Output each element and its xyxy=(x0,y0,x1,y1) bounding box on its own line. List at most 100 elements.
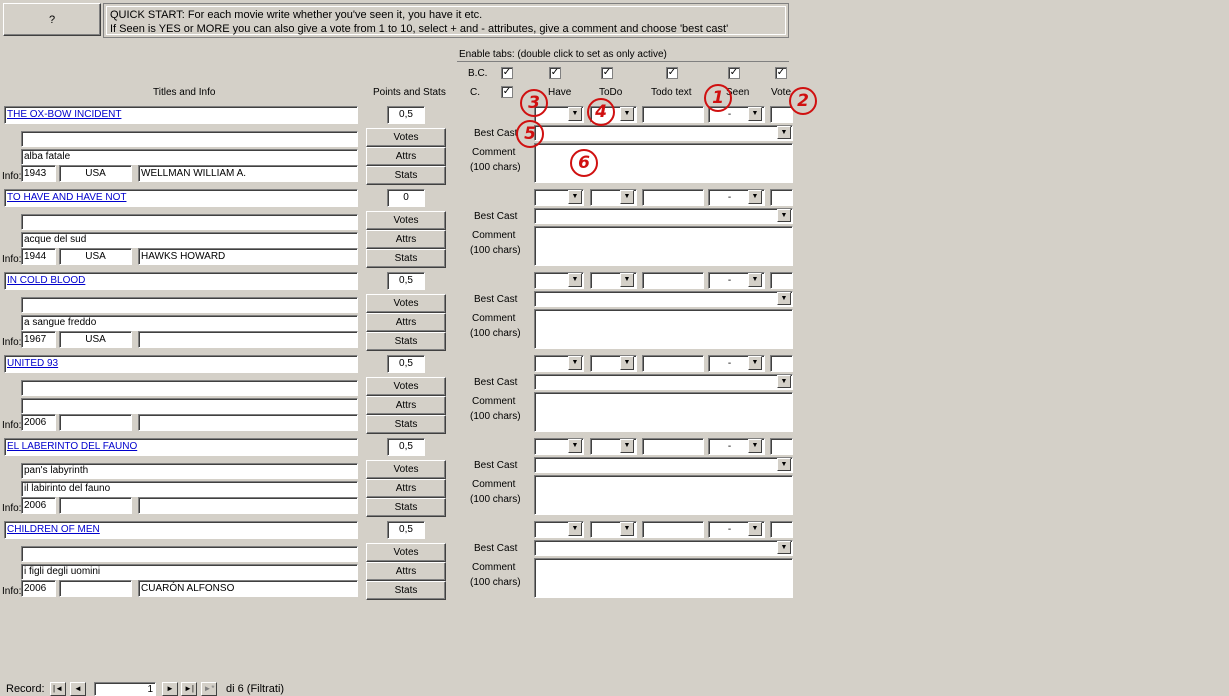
director-field[interactable] xyxy=(138,331,358,348)
country-field[interactable] xyxy=(59,497,132,514)
movie-title-link[interactable]: EL LABERINTO DEL FAUNO xyxy=(7,441,137,452)
chevron-down-icon[interactable]: ▼ xyxy=(777,126,791,139)
last-record-button[interactable]: ►| xyxy=(181,682,197,696)
chevron-down-icon[interactable]: ▼ xyxy=(748,356,762,370)
vote-tab-checkbox[interactable]: ✓ xyxy=(775,67,787,79)
chevron-down-icon[interactable]: ▼ xyxy=(777,541,791,554)
comment-textarea[interactable] xyxy=(534,475,793,515)
year-field[interactable]: 2006 xyxy=(21,497,56,514)
year-field[interactable]: 2006 xyxy=(21,580,56,597)
votes-button[interactable]: Votes xyxy=(366,211,446,230)
alt-title-field[interactable]: acque del sud xyxy=(21,232,358,248)
chevron-down-icon[interactable]: ▼ xyxy=(777,458,791,471)
vote-input[interactable] xyxy=(770,189,793,206)
first-record-button[interactable]: |◄ xyxy=(50,682,66,696)
chevron-down-icon[interactable]: ▼ xyxy=(777,292,791,305)
best-cast-dropdown[interactable] xyxy=(534,457,793,473)
year-field[interactable]: 1944 xyxy=(21,248,56,265)
attrs-button[interactable]: Attrs xyxy=(366,230,446,249)
best-cast-dropdown[interactable] xyxy=(534,374,793,390)
help-button[interactable]: ? xyxy=(3,3,101,36)
movie-title-field[interactable]: CHILDREN OF MEN xyxy=(4,521,358,539)
chevron-down-icon[interactable]: ▼ xyxy=(620,273,634,287)
chevron-down-icon[interactable]: ▼ xyxy=(748,522,762,536)
chevron-down-icon[interactable]: ▼ xyxy=(568,439,582,453)
chevron-down-icon[interactable]: ▼ xyxy=(748,439,762,453)
chevron-down-icon[interactable]: ▼ xyxy=(620,190,634,204)
movie-title-field[interactable]: IN COLD BLOOD xyxy=(4,272,358,290)
todo-text-input[interactable] xyxy=(642,272,704,289)
new-record-button[interactable]: ►* xyxy=(201,682,217,696)
alt-title-field[interactable]: i figli degli uomini xyxy=(21,564,358,580)
year-field[interactable]: 2006 xyxy=(21,414,56,431)
record-number-input[interactable]: 1 xyxy=(94,682,156,696)
chevron-down-icon[interactable]: ▼ xyxy=(620,356,634,370)
best-cast-dropdown[interactable] xyxy=(534,125,793,141)
vote-input[interactable] xyxy=(770,521,793,538)
movie-title-field[interactable]: UNITED 93 xyxy=(4,355,358,373)
comment-textarea[interactable] xyxy=(534,226,793,266)
attrs-button[interactable]: Attrs xyxy=(366,147,446,166)
stats-button[interactable]: Stats xyxy=(366,415,446,434)
stats-button[interactable]: Stats xyxy=(366,166,446,185)
chevron-down-icon[interactable]: ▼ xyxy=(568,522,582,536)
director-field[interactable]: HAWKS HOWARD xyxy=(138,248,358,265)
country-field[interactable] xyxy=(59,414,132,431)
alt-title-field[interactable] xyxy=(21,398,358,414)
chevron-down-icon[interactable]: ▼ xyxy=(748,107,762,121)
attrs-button[interactable]: Attrs xyxy=(366,562,446,581)
alt-title-field[interactable] xyxy=(21,131,358,147)
comment-textarea[interactable] xyxy=(534,392,793,432)
year-field[interactable]: 1967 xyxy=(21,331,56,348)
alt-title-field[interactable]: il labirinto del fauno xyxy=(21,481,358,497)
director-field[interactable]: CUARÓN ALFONSO xyxy=(138,580,358,597)
vote-input[interactable] xyxy=(770,272,793,289)
seen-tab-checkbox[interactable]: ✓ xyxy=(728,67,740,79)
stats-button[interactable]: Stats xyxy=(366,581,446,600)
movie-title-link[interactable]: THE OX-BOW INCIDENT xyxy=(7,109,121,120)
best-cast-dropdown[interactable] xyxy=(534,291,793,307)
todo-tab-checkbox[interactable]: ✓ xyxy=(601,67,613,79)
movie-title-field[interactable]: THE OX-BOW INCIDENT xyxy=(4,106,358,124)
have-tab-checkbox[interactable]: ✓ xyxy=(549,67,561,79)
alt-title-field[interactable] xyxy=(21,380,358,396)
chevron-down-icon[interactable]: ▼ xyxy=(568,190,582,204)
todo-text-input[interactable] xyxy=(642,106,704,123)
vote-input[interactable] xyxy=(770,355,793,372)
todo-text-input[interactable] xyxy=(642,438,704,455)
stats-button[interactable]: Stats xyxy=(366,498,446,517)
year-field[interactable]: 1943 xyxy=(21,165,56,182)
alt-title-field[interactable]: pan's labyrinth xyxy=(21,463,358,479)
todo-text-input[interactable] xyxy=(642,189,704,206)
todo-text-tab-checkbox[interactable]: ✓ xyxy=(666,67,678,79)
country-field[interactable]: USA xyxy=(59,331,132,348)
country-field[interactable] xyxy=(59,580,132,597)
chevron-down-icon[interactable]: ▼ xyxy=(748,190,762,204)
votes-button[interactable]: Votes xyxy=(366,460,446,479)
chevron-down-icon[interactable]: ▼ xyxy=(620,522,634,536)
chevron-down-icon[interactable]: ▼ xyxy=(568,107,582,121)
movie-title-link[interactable]: TO HAVE AND HAVE NOT xyxy=(7,192,126,203)
comment-textarea[interactable] xyxy=(534,558,793,598)
alt-title-field[interactable] xyxy=(21,297,358,313)
chevron-down-icon[interactable]: ▼ xyxy=(748,273,762,287)
movie-title-field[interactable]: TO HAVE AND HAVE NOT xyxy=(4,189,358,207)
todo-text-input[interactable] xyxy=(642,355,704,372)
chevron-down-icon[interactable]: ▼ xyxy=(777,375,791,388)
comment-textarea[interactable] xyxy=(534,309,793,349)
alt-title-field[interactable]: alba fatale xyxy=(21,149,358,165)
chevron-down-icon[interactable]: ▼ xyxy=(568,273,582,287)
best-cast-dropdown[interactable] xyxy=(534,208,793,224)
bc-checkbox[interactable]: ✓ xyxy=(501,67,513,79)
attrs-button[interactable]: Attrs xyxy=(366,396,446,415)
prev-record-button[interactable]: ◄ xyxy=(70,682,86,696)
movie-title-link[interactable]: IN COLD BLOOD xyxy=(7,275,85,286)
votes-button[interactable]: Votes xyxy=(366,294,446,313)
votes-button[interactable]: Votes xyxy=(366,377,446,396)
vote-input[interactable] xyxy=(770,106,793,123)
c-checkbox[interactable]: ✓ xyxy=(501,86,513,98)
votes-button[interactable]: Votes xyxy=(366,543,446,562)
chevron-down-icon[interactable]: ▼ xyxy=(777,209,791,222)
chevron-down-icon[interactable]: ▼ xyxy=(568,356,582,370)
best-cast-dropdown[interactable] xyxy=(534,540,793,556)
